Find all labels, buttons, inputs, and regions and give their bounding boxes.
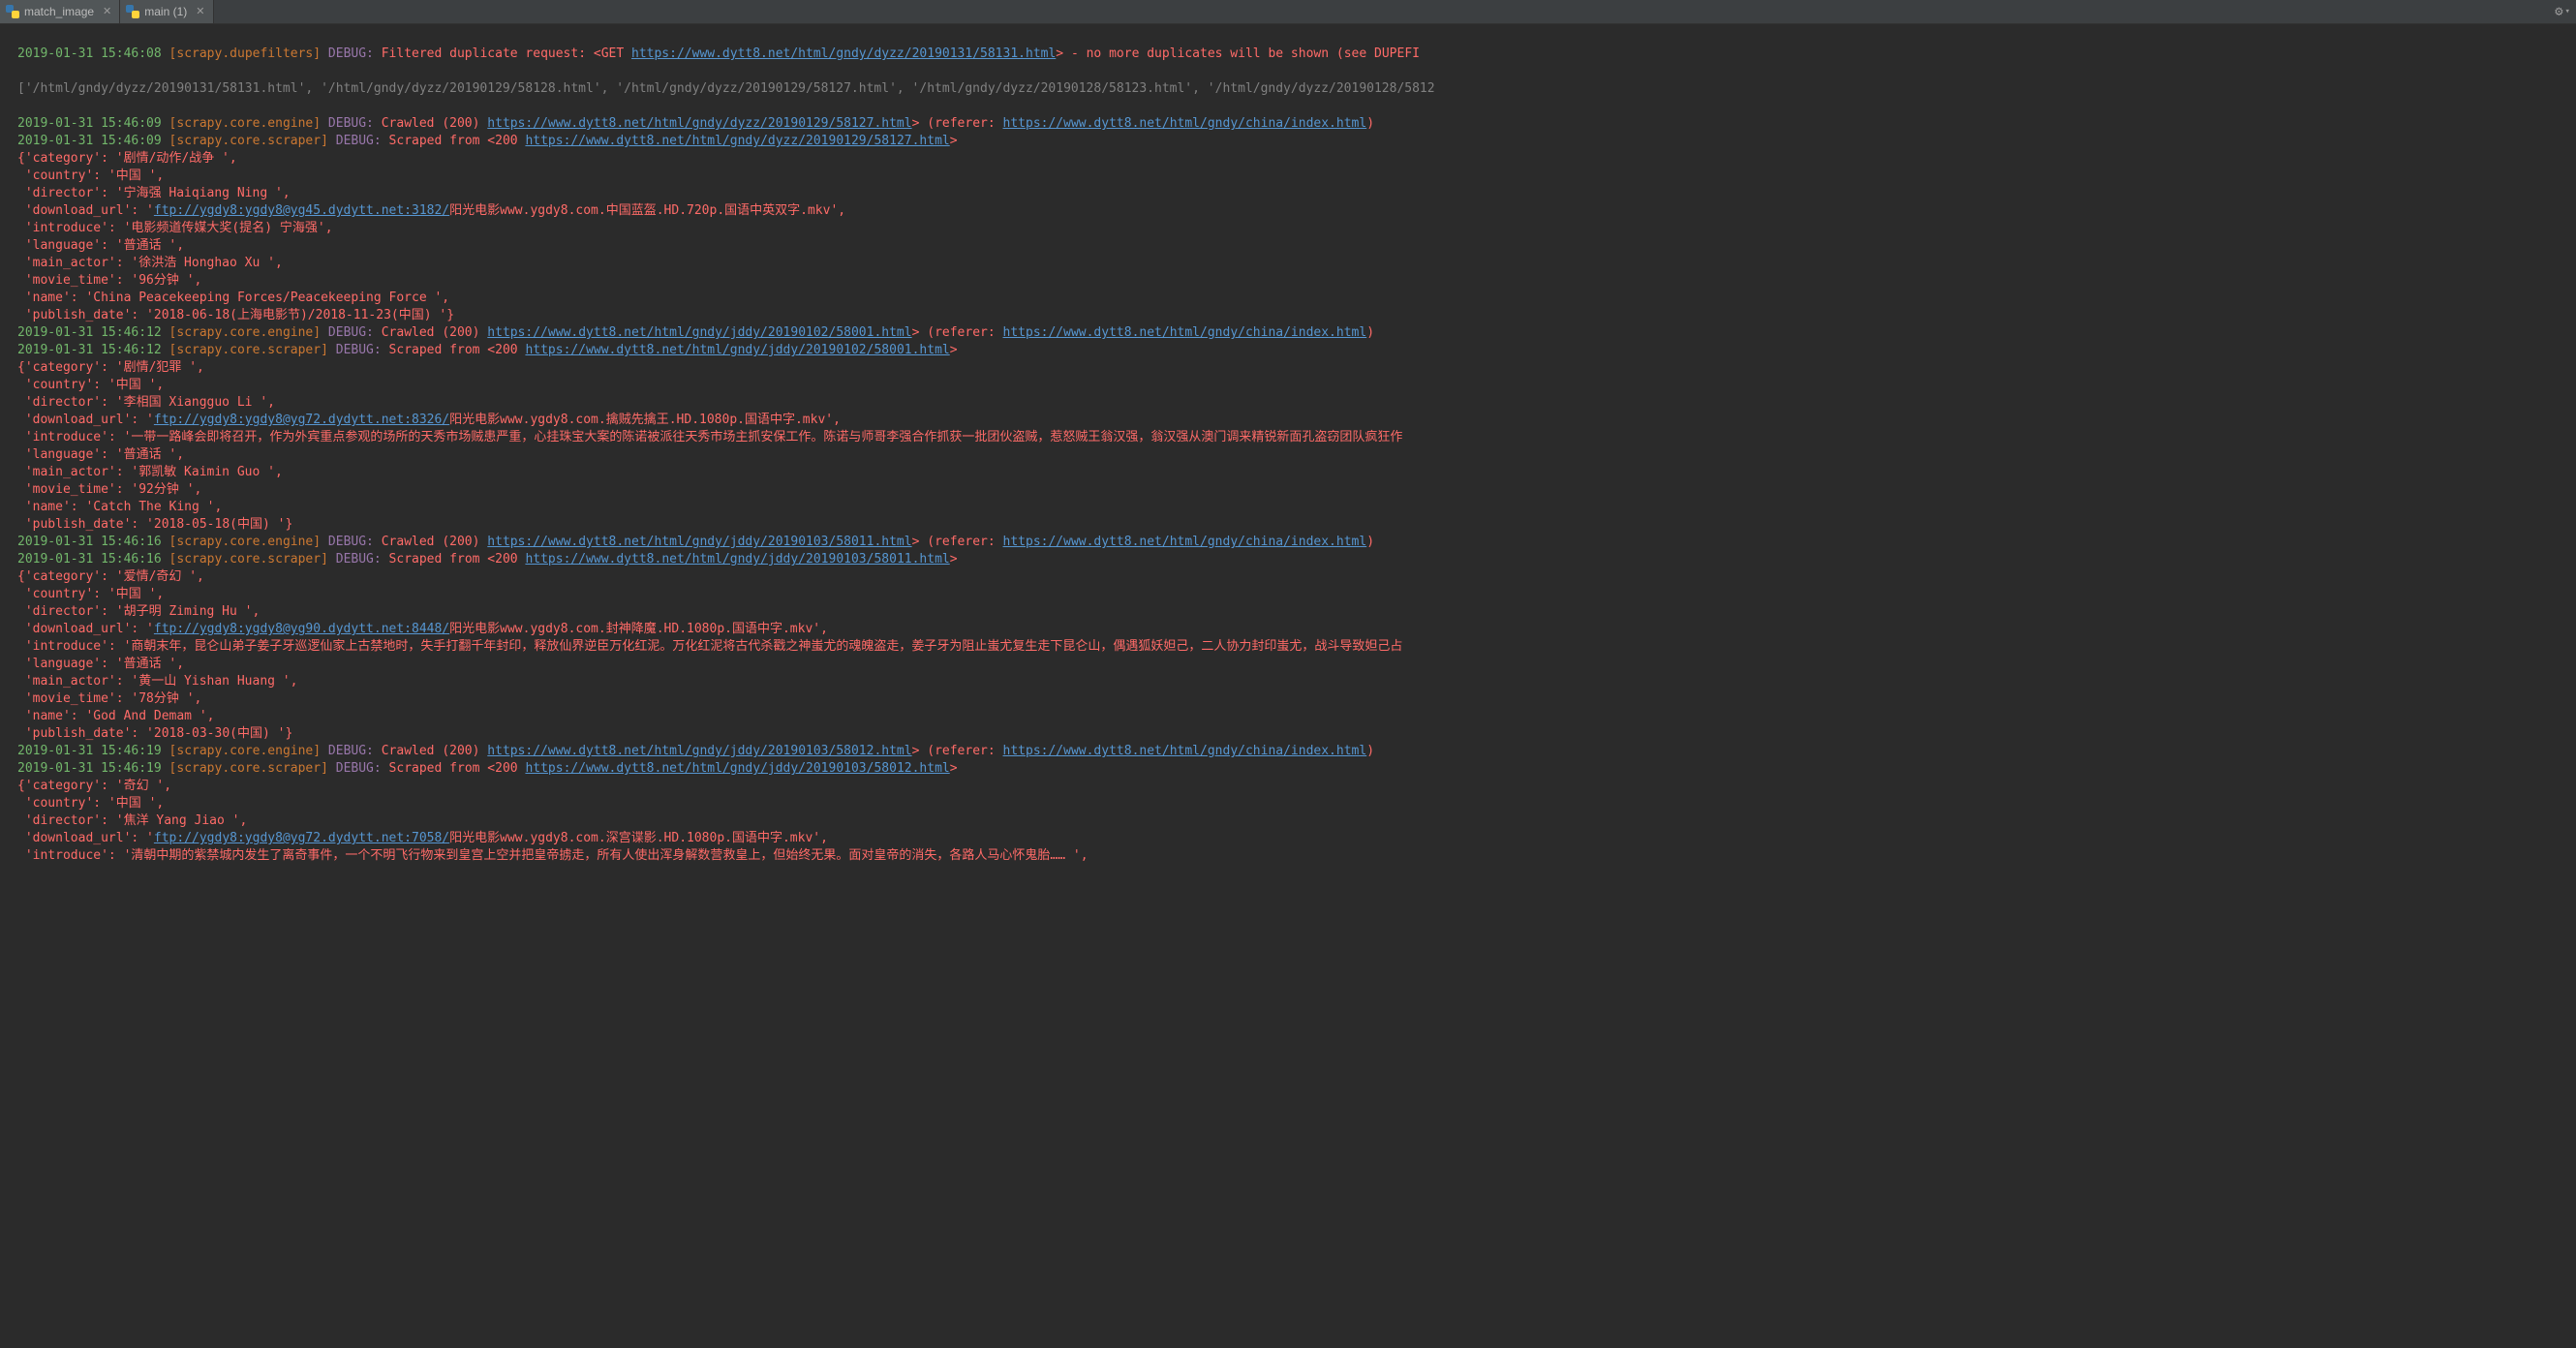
- dict-line: 'main_actor': '徐洪浩 Honghao Xu ',: [17, 255, 2570, 272]
- tab-bar-spacer: [214, 0, 2550, 23]
- log-line-crawled: 2019-01-31 15:46:09 [scrapy.core.engine]…: [17, 115, 2570, 133]
- tab-options-button[interactable]: ⚙▾: [2549, 0, 2576, 23]
- url-link[interactable]: https://www.dytt8.net/html/gndy/china/in…: [1003, 535, 1367, 549]
- dict-line: 'director': '焦洋 Yang Jiao ',: [17, 812, 2570, 830]
- dict-line: 'name': 'China Peacekeeping Forces/Peace…: [17, 290, 2570, 307]
- tab-label: main (1): [144, 5, 187, 18]
- dict-line: {'category': '奇幻 ',: [17, 778, 2570, 795]
- dict-line: 'name': 'God And Demam ',: [17, 708, 2570, 725]
- python-file-icon: [126, 5, 139, 18]
- ftp-link[interactable]: ftp://ygdy8:ygdy8@yg72.dydytt.net:7058/: [154, 831, 449, 845]
- url-link[interactable]: https://www.dytt8.net/html/gndy/jddy/201…: [525, 343, 949, 357]
- close-icon[interactable]: ✕: [103, 7, 111, 17]
- dict-line: 'country': '中国 ',: [17, 795, 2570, 812]
- tab-match-image[interactable]: match_image ✕: [0, 0, 120, 23]
- dict-line: 'introduce': '清朝中期的紫禁城内发生了离奇事件，一个不明飞行物来到…: [17, 847, 2570, 865]
- dict-line: 'language': '普通话 ',: [17, 656, 2570, 673]
- dict-line: 'country': '中国 ',: [17, 586, 2570, 603]
- log-line-crawled: 2019-01-31 15:46:19 [scrapy.core.engine]…: [17, 743, 2570, 760]
- dict-line: {'category': '剧情/动作/战争 ',: [17, 150, 2570, 168]
- dict-line: {'category': '爱情/奇幻 ',: [17, 568, 2570, 586]
- editor-tab-bar: match_image ✕ main (1) ✕ ⚙▾: [0, 0, 2576, 24]
- url-link[interactable]: https://www.dytt8.net/html/gndy/jddy/201…: [487, 744, 911, 758]
- log-line-scraped: 2019-01-31 15:46:09 [scrapy.core.scraper…: [17, 133, 2570, 150]
- log-line-scraped: 2019-01-31 15:46:16 [scrapy.core.scraper…: [17, 551, 2570, 568]
- dict-line: 'introduce': '电影频道传媒大奖(提名) 宁海强',: [17, 220, 2570, 237]
- chevron-down-icon: ▾: [2565, 7, 2570, 16]
- dict-line: 'main_actor': '郭凯敏 Kaimin Guo ',: [17, 464, 2570, 481]
- dict-line-download-url: 'download_url': 'ftp://ygdy8:ygdy8@yg45.…: [17, 202, 2570, 220]
- log-line: ['/html/gndy/dyzz/20190131/58131.html', …: [17, 80, 2570, 98]
- url-link[interactable]: https://www.dytt8.net/html/gndy/dyzz/201…: [525, 134, 949, 148]
- gear-icon: ⚙: [2555, 4, 2562, 19]
- dict-line: 'director': '李相国 Xiangguo Li ',: [17, 394, 2570, 412]
- url-link[interactable]: https://www.dytt8.net/html/gndy/jddy/201…: [525, 761, 949, 776]
- close-icon[interactable]: ✕: [196, 7, 204, 17]
- url-link[interactable]: https://www.dytt8.net/html/gndy/china/in…: [1003, 116, 1367, 131]
- dict-line: 'country': '中国 ',: [17, 377, 2570, 394]
- dict-line: 'director': '胡子明 Ziming Hu ',: [17, 603, 2570, 621]
- tab-label: match_image: [24, 5, 94, 18]
- ftp-link[interactable]: ftp://ygdy8:ygdy8@yg72.dydytt.net:8326/: [154, 413, 449, 427]
- url-link[interactable]: https://www.dytt8.net/html/gndy/dyzz/201…: [487, 116, 911, 131]
- dict-line: 'language': '普通话 ',: [17, 237, 2570, 255]
- dict-line: 'publish_date': '2018-03-30(中国) '}: [17, 725, 2570, 743]
- dict-line: 'language': '普通话 ',: [17, 446, 2570, 464]
- log-line-scraped: 2019-01-31 15:46:19 [scrapy.core.scraper…: [17, 760, 2570, 778]
- dict-line: 'main_actor': '黄一山 Yishan Huang ',: [17, 673, 2570, 690]
- ftp-link[interactable]: ftp://ygdy8:ygdy8@yg45.dydytt.net:3182/: [154, 203, 449, 218]
- dict-line: 'movie_time': '92分钟 ',: [17, 481, 2570, 499]
- url-link[interactable]: https://www.dytt8.net/html/gndy/dyzz/201…: [631, 46, 1056, 61]
- log-line-crawled: 2019-01-31 15:46:16 [scrapy.core.engine]…: [17, 534, 2570, 551]
- dict-line-download-url: 'download_url': 'ftp://ygdy8:ygdy8@yg72.…: [17, 412, 2570, 429]
- log-line-crawled: 2019-01-31 15:46:12 [scrapy.core.engine]…: [17, 324, 2570, 342]
- python-file-icon: [6, 5, 19, 18]
- url-link[interactable]: https://www.dytt8.net/html/gndy/china/in…: [1003, 744, 1367, 758]
- dict-line: 'introduce': '一带一路峰会即将召开，作为外宾重点参观的场所的天秀市…: [17, 429, 2570, 446]
- console-output[interactable]: 2019-01-31 15:46:08 [scrapy.dupefilters]…: [0, 24, 2576, 890]
- dict-line: 'name': 'Catch The King ',: [17, 499, 2570, 516]
- ftp-link[interactable]: ftp://ygdy8:ygdy8@yg90.dydytt.net:8448/: [154, 622, 449, 636]
- log-line-scraped: 2019-01-31 15:46:12 [scrapy.core.scraper…: [17, 342, 2570, 359]
- url-link[interactable]: https://www.dytt8.net/html/gndy/jddy/201…: [487, 535, 911, 549]
- dict-line: 'movie_time': '96分钟 ',: [17, 272, 2570, 290]
- dict-line: 'country': '中国 ',: [17, 168, 2570, 185]
- url-link[interactable]: https://www.dytt8.net/html/gndy/jddy/201…: [525, 552, 949, 567]
- dict-line-download-url: 'download_url': 'ftp://ygdy8:ygdy8@yg90.…: [17, 621, 2570, 638]
- dict-line: 'movie_time': '78分钟 ',: [17, 690, 2570, 708]
- dict-line-download-url: 'download_url': 'ftp://ygdy8:ygdy8@yg72.…: [17, 830, 2570, 847]
- dict-line: 'publish_date': '2018-05-18(中国) '}: [17, 516, 2570, 534]
- url-link[interactable]: https://www.dytt8.net/html/gndy/china/in…: [1003, 325, 1367, 340]
- dict-line: {'category': '剧情/犯罪 ',: [17, 359, 2570, 377]
- dict-line: 'introduce': '商朝末年，昆仑山弟子姜子牙巡逻仙家上古禁地时，失手打…: [17, 638, 2570, 656]
- log-line: 2019-01-31 15:46:08 [scrapy.dupefilters]…: [17, 46, 2570, 63]
- tab-main-1[interactable]: main (1) ✕: [120, 0, 213, 23]
- dict-line: 'director': '宁海强 Haiqiang Ning ',: [17, 185, 2570, 202]
- dict-line: 'publish_date': '2018-06-18(上海电影节)/2018-…: [17, 307, 2570, 324]
- url-link[interactable]: https://www.dytt8.net/html/gndy/jddy/201…: [487, 325, 911, 340]
